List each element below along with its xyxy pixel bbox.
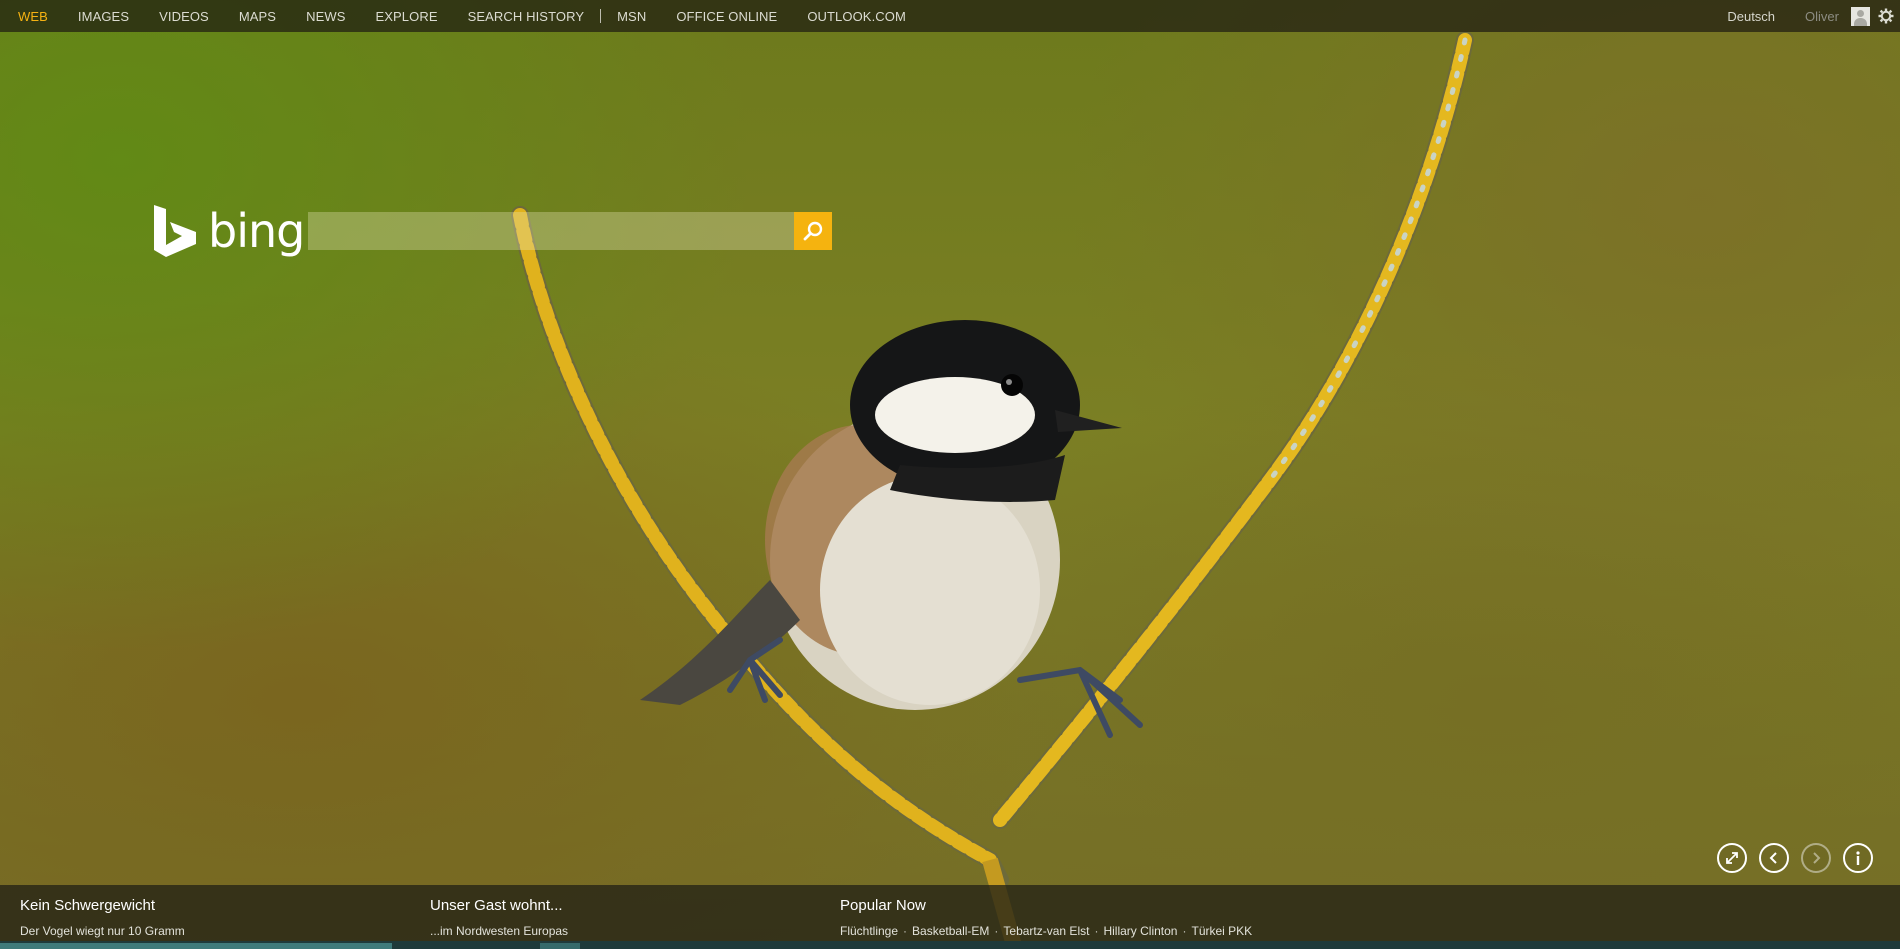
image-controls xyxy=(1717,843,1873,873)
popular-item[interactable]: Tebartz-van Elst xyxy=(1003,924,1089,938)
popular-item[interactable]: Türkei PKK xyxy=(1191,924,1252,938)
bing-b-logo-icon xyxy=(154,205,196,257)
info-button[interactable] xyxy=(1843,843,1873,873)
nav-images[interactable]: IMAGES xyxy=(78,9,129,24)
top-navigation-bar: WEB IMAGES VIDEOS MAPS NEWS EXPLORE SEAR… xyxy=(0,0,1900,32)
previous-image-button[interactable] xyxy=(1759,843,1789,873)
story-1-subtitle[interactable]: Der Vogel wiegt nur 10 Gramm xyxy=(20,924,185,938)
user-avatar-icon[interactable] xyxy=(1851,6,1870,26)
search-form xyxy=(308,212,832,250)
popular-now-list: Flüchtlinge · Basketball-EM · Tebartz-va… xyxy=(840,924,1252,938)
strip-segment xyxy=(540,943,580,949)
expand-icon xyxy=(1726,852,1738,864)
main-nav: WEB IMAGES VIDEOS MAPS NEWS EXPLORE SEAR… xyxy=(18,0,936,32)
separator-dot: · xyxy=(994,924,999,938)
strip-segment xyxy=(0,943,392,949)
nav-videos[interactable]: VIDEOS xyxy=(159,9,209,24)
nav-maps[interactable]: MAPS xyxy=(239,9,276,24)
popular-item[interactable]: Basketball-EM xyxy=(912,924,989,938)
nav-divider xyxy=(600,9,602,23)
nav-office-online[interactable]: OFFICE ONLINE xyxy=(676,9,777,24)
next-image-button[interactable] xyxy=(1801,843,1831,873)
popular-now-panel: Popular Now Flüchtlinge · Basketball-EM … xyxy=(840,897,1252,938)
user-name[interactable]: Oliver xyxy=(1805,9,1839,24)
search-button[interactable] xyxy=(794,212,832,250)
story-1-title[interactable]: Kein Schwergewicht xyxy=(20,897,185,914)
popular-item[interactable]: Hillary Clinton xyxy=(1103,924,1177,938)
gear-icon[interactable] xyxy=(1878,8,1894,24)
separator-dot: · xyxy=(903,924,908,938)
separator-dot: · xyxy=(1094,924,1099,938)
bottom-accent-strip xyxy=(0,941,1900,949)
nav-outlook[interactable]: OUTLOOK.COM xyxy=(807,9,906,24)
account-area: Deutsch Oliver xyxy=(1727,0,1900,32)
chevron-left-icon xyxy=(1769,852,1777,864)
background-photo xyxy=(0,0,1900,949)
story-panel-1[interactable]: Kein Schwergewicht Der Vogel wiegt nur 1… xyxy=(20,897,185,938)
search-icon xyxy=(803,221,823,241)
nav-explore[interactable]: EXPLORE xyxy=(375,9,437,24)
story-panel-2[interactable]: Unser Gast wohnt... ...im Nordwesten Eur… xyxy=(430,897,568,938)
search-input[interactable] xyxy=(308,212,794,250)
info-icon xyxy=(1856,851,1860,865)
nav-web[interactable]: WEB xyxy=(18,9,48,24)
story-2-subtitle[interactable]: ...im Nordwesten Europas xyxy=(430,924,568,938)
bing-logo[interactable]: bing xyxy=(154,204,305,258)
language-link[interactable]: Deutsch xyxy=(1727,9,1775,24)
logo-wordmark: bing xyxy=(208,204,305,258)
nav-msn[interactable]: MSN xyxy=(617,9,646,24)
bottom-info-panel: Kein Schwergewicht Der Vogel wiegt nur 1… xyxy=(0,885,1900,949)
fullscreen-button[interactable] xyxy=(1717,843,1747,873)
nav-news[interactable]: NEWS xyxy=(306,9,345,24)
popular-now-title: Popular Now xyxy=(840,897,926,914)
story-2-title[interactable]: Unser Gast wohnt... xyxy=(430,897,568,914)
chevron-right-icon xyxy=(1813,852,1821,864)
bird-on-branch-illustration xyxy=(511,31,1474,949)
popular-item[interactable]: Flüchtlinge xyxy=(840,924,898,938)
separator-dot: · xyxy=(1182,924,1187,938)
nav-search-history[interactable]: SEARCH HISTORY xyxy=(468,9,585,24)
